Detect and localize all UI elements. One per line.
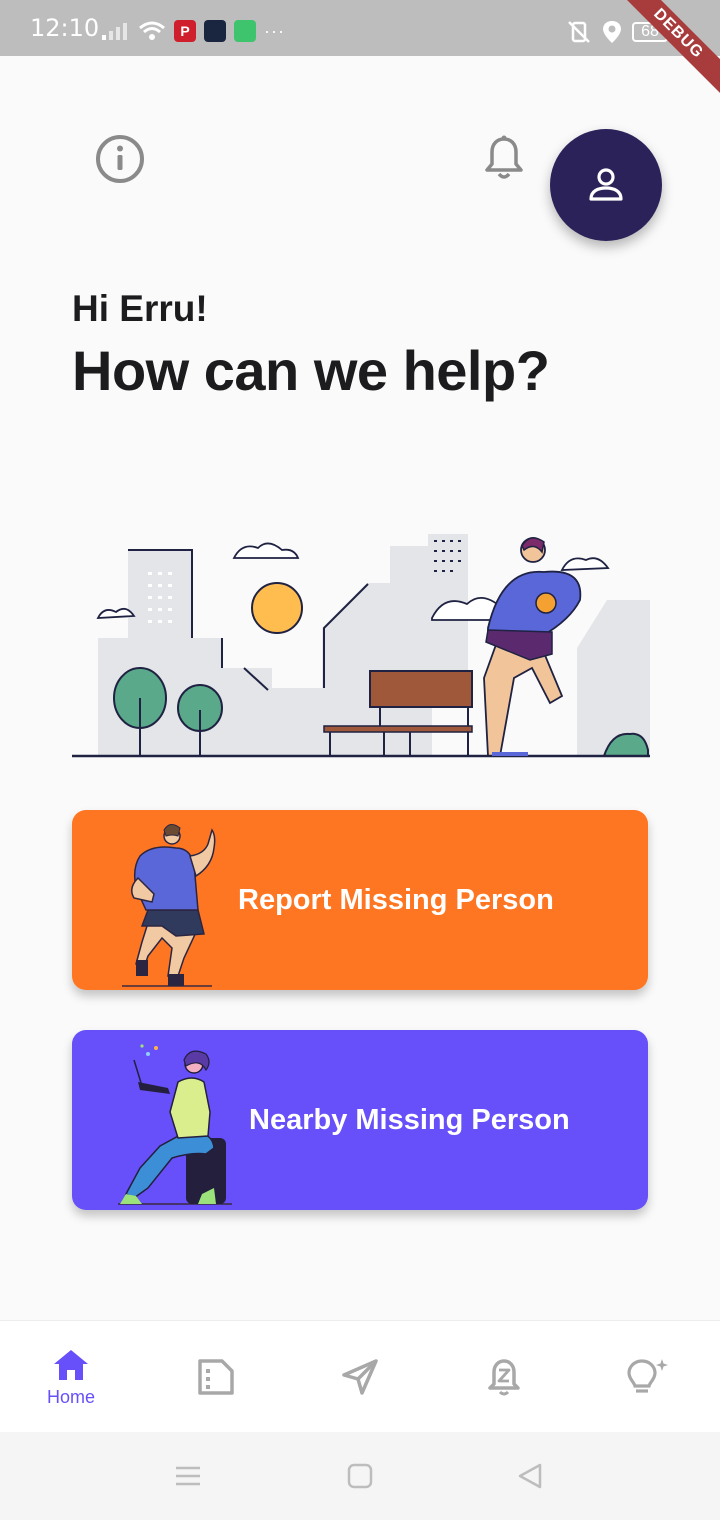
- info-icon: [96, 135, 144, 183]
- nearby-missing-person-label: Nearby Missing Person: [249, 1103, 570, 1136]
- notifications-button[interactable]: [478, 133, 530, 185]
- status-time: 12:10: [30, 14, 100, 42]
- bottom-navigation: Home: [0, 1320, 720, 1432]
- report-missing-person-card[interactable]: Report Missing Person: [72, 810, 648, 990]
- status-bar: 12:10 P ··· 68 DEBUG: [0, 0, 720, 100]
- nav-item-alerts[interactable]: [454, 1321, 554, 1433]
- nearby-missing-person-card[interactable]: Nearby Missing Person: [72, 1030, 648, 1210]
- signal-icon: [102, 23, 127, 40]
- system-navigation-bar: [0, 1432, 720, 1520]
- home-system-icon[interactable]: [347, 1463, 373, 1489]
- nav-item-navigate[interactable]: [310, 1321, 410, 1433]
- report-missing-person-label: Report Missing Person: [238, 883, 554, 916]
- location-icon: [603, 21, 621, 43]
- greeting-text: Hi Erru!: [72, 288, 208, 329]
- person-icon: [589, 168, 623, 201]
- profile-button[interactable]: [550, 129, 662, 241]
- messages-icon: [234, 20, 256, 42]
- nav-item-home[interactable]: Home: [21, 1321, 121, 1433]
- info-button[interactable]: [94, 133, 146, 185]
- page-headline: How can we help?: [72, 339, 550, 402]
- more-dots-icon: ···: [264, 20, 285, 41]
- home-icon: [54, 1349, 88, 1380]
- bell-icon: [485, 135, 523, 179]
- nav-item-report[interactable]: [166, 1321, 266, 1433]
- notification-icons: P ···: [100, 20, 285, 42]
- debug-ribbon: DEBUG: [612, 0, 720, 100]
- woman-with-laptop-illustration: [118, 1044, 232, 1205]
- sleep-alarm-bell-icon: [488, 1359, 520, 1396]
- idea-bulb-icon: [627, 1359, 668, 1393]
- back-icon[interactable]: [516, 1462, 544, 1490]
- city-park-illustration: [72, 534, 650, 758]
- report-document-icon: [198, 1359, 234, 1395]
- nav-label-home: Home: [46, 1386, 95, 1407]
- send-navigation-icon: [342, 1359, 378, 1395]
- news-app-icon: [204, 20, 226, 42]
- mute-vibrate-icon: [568, 21, 590, 43]
- man-pointing-illustration: [122, 824, 216, 987]
- wifi-icon: [139, 21, 165, 40]
- nav-item-ideas[interactable]: [596, 1321, 696, 1433]
- recent-apps-icon[interactable]: [174, 1464, 202, 1488]
- pinterest-icon: P: [174, 20, 196, 42]
